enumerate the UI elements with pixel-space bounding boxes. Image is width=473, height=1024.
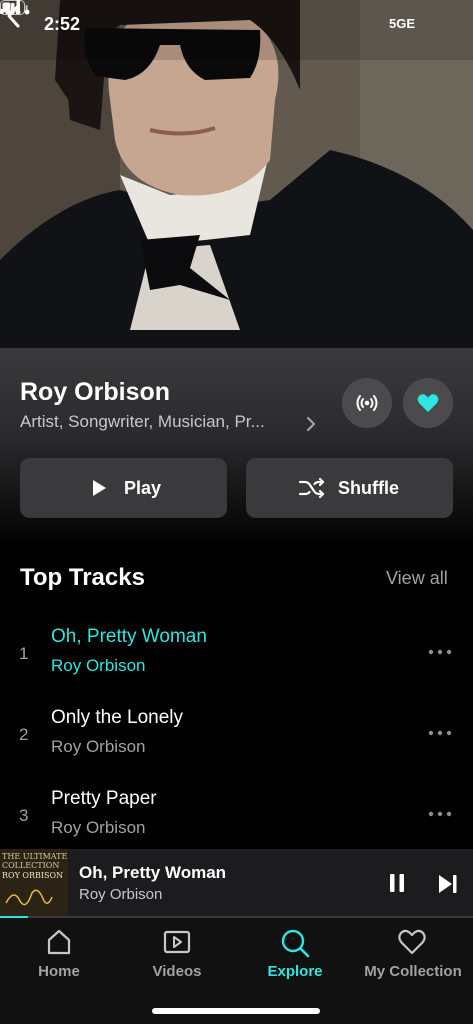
status-time: 2:52 — [44, 14, 81, 34]
heart-icon — [398, 929, 426, 955]
network-type: 5GE — [389, 16, 416, 31]
nav-label: Home — [38, 963, 80, 980]
track-more-icon[interactable] — [426, 727, 454, 739]
shuffle-icon — [299, 477, 325, 499]
signature-graphic — [5, 889, 53, 906]
track-artist: Roy Orbison — [51, 737, 146, 756]
nav-label: My Collection — [364, 963, 462, 980]
track-more-icon[interactable] — [426, 808, 454, 820]
favorite-button[interactable] — [403, 378, 453, 428]
nav-label: Explore — [267, 963, 323, 980]
status-bar: 2:52 5GE — [0, 0, 473, 50]
play-button[interactable]: Play — [20, 458, 227, 518]
shuffle-label: Shuffle — [338, 478, 399, 498]
play-icon — [93, 480, 106, 496]
track-row[interactable]: 2 Only the Lonely Roy Orbison — [0, 693, 473, 773]
video-icon — [163, 930, 191, 954]
track-title: Oh, Pretty Woman — [51, 626, 207, 647]
next-track-button[interactable] — [436, 873, 460, 895]
track-number: 2 — [19, 725, 29, 744]
nav-my-collection[interactable]: My Collection — [354, 918, 472, 988]
nav-videos[interactable]: Videos — [118, 918, 236, 988]
home-indicator — [152, 1008, 320, 1014]
mini-player[interactable]: THE ULTIMATE COLLECTION ROY ORBISON Oh, … — [0, 849, 473, 917]
shuffle-button[interactable]: Shuffle — [246, 458, 453, 518]
top-tracks-title: Top Tracks — [20, 564, 145, 591]
artist-radio-button[interactable] — [342, 378, 392, 428]
nav-explore[interactable]: Explore — [236, 918, 354, 988]
track-title: Only the Lonely — [51, 707, 184, 728]
track-number: 3 — [19, 806, 29, 825]
track-number: 1 — [19, 644, 29, 663]
artist-name: Roy Orbison — [20, 378, 171, 406]
heart-icon — [417, 394, 439, 412]
track-row[interactable]: 3 Pretty Paper Roy Orbison — [0, 774, 473, 854]
home-icon — [47, 929, 71, 955]
radio-broadcast-icon — [356, 395, 378, 411]
album-art-text: THE ULTIMATE — [2, 852, 68, 861]
pause-button[interactable] — [385, 872, 409, 894]
chevron-right-icon[interactable] — [304, 414, 318, 434]
track-artist: Roy Orbison — [51, 656, 146, 675]
nav-label: Videos — [152, 963, 202, 980]
album-art: THE ULTIMATE COLLECTION ROY ORBISON — [0, 849, 68, 917]
now-playing-artist: Roy Orbison — [79, 886, 163, 903]
now-playing-title: Oh, Pretty Woman — [79, 863, 227, 882]
search-icon — [281, 929, 310, 958]
nav-home[interactable]: Home — [0, 918, 118, 988]
track-title: Pretty Paper — [51, 788, 157, 809]
album-art-text: COLLECTION — [2, 861, 60, 870]
artist-photo — [0, 0, 473, 348]
play-label: Play — [124, 478, 162, 498]
album-art-text: ROY ORBISON — [2, 871, 64, 880]
view-all-link[interactable]: View all — [386, 568, 448, 589]
more-options-button[interactable] — [0, 0, 36, 24]
track-artist: Roy Orbison — [51, 818, 146, 837]
track-row[interactable]: 1 Oh, Pretty Woman Roy Orbison — [0, 612, 473, 692]
artist-roles-link[interactable]: Artist, Songwriter, Musician, Pr... — [20, 412, 265, 432]
track-more-icon[interactable] — [426, 646, 454, 658]
artist-hero-image: 2:52 5GE — [0, 0, 473, 348]
